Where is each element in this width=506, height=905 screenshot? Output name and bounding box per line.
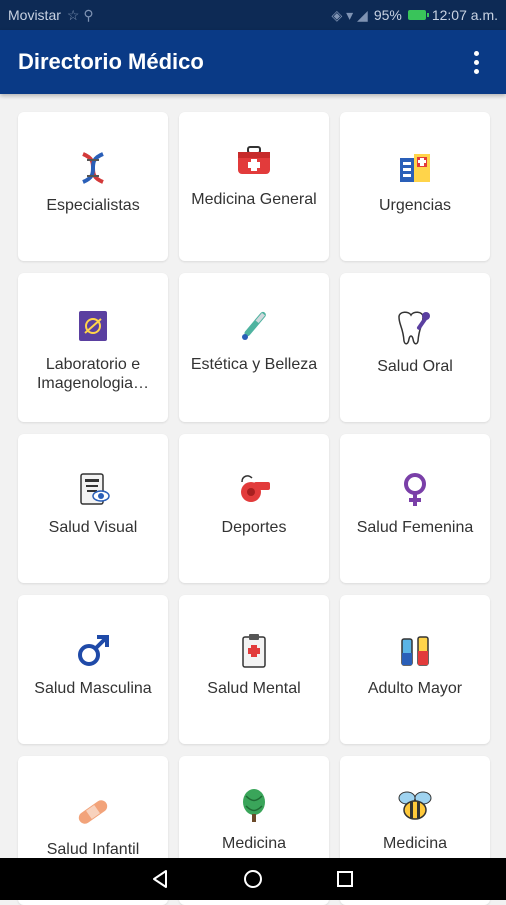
test-tubes-icon: [393, 631, 437, 671]
category-label: Medicina: [382, 835, 448, 852]
category-label: Deportes: [221, 519, 287, 536]
lab-imaging-icon: [71, 307, 115, 347]
overflow-menu-icon[interactable]: [464, 47, 488, 77]
recents-icon[interactable]: [334, 868, 356, 890]
category-label: Salud Infantil: [46, 841, 140, 858]
category-label: Medicina: [221, 835, 287, 852]
female-symbol-icon: [393, 470, 437, 510]
app-bar: Directorio Médico: [0, 30, 506, 94]
category-card-salud-oral[interactable]: Salud Oral: [340, 273, 490, 422]
bandage-icon: [71, 792, 115, 832]
category-card-medicina-general[interactable]: Medicina General: [179, 112, 329, 261]
category-card-salud-mental[interactable]: Salud Mental: [179, 595, 329, 744]
scalpel-icon: [232, 307, 276, 347]
tooth-icon: [393, 309, 437, 349]
herbal-icon: [232, 786, 276, 826]
category-label: Estética y Belleza: [190, 356, 318, 373]
category-label: Salud Mental: [207, 680, 301, 697]
back-icon[interactable]: [150, 868, 172, 890]
home-icon[interactable]: [242, 868, 264, 890]
notification-icons: ☆ ⚲: [66, 6, 94, 23]
clock: 12:07 a.m.: [431, 7, 498, 23]
category-card-deportes[interactable]: Deportes: [179, 434, 329, 583]
signal-icon: ◈ ▾ ◢: [331, 6, 368, 23]
category-card-salud-visual[interactable]: Salud Visual: [18, 434, 168, 583]
category-card-laboratorio[interactable]: Laboratorio e Imagenologia…: [18, 273, 168, 422]
whistle-icon: [232, 470, 276, 510]
male-symbol-icon: [71, 631, 115, 671]
dna-icon: [71, 148, 115, 188]
category-label: Urgencias: [378, 197, 452, 214]
category-label: Salud Oral: [377, 358, 453, 375]
first-aid-kit-icon: [232, 142, 276, 182]
category-card-salud-femenina[interactable]: Salud Femenina: [340, 434, 490, 583]
carrier-name: Movistar: [8, 7, 61, 23]
category-label: Laboratorio e Imagenologia…: [36, 356, 150, 392]
hospital-icon: [393, 148, 437, 188]
category-label: Especialistas: [46, 197, 140, 214]
category-label: Salud Masculina: [34, 680, 152, 697]
status-bar: Movistar ☆ ⚲ ◈ ▾ ◢ 95% 12:07 a.m.: [0, 0, 506, 30]
category-label: Salud Visual: [48, 519, 138, 536]
battery-icon: [407, 10, 429, 20]
category-label: Medicina General: [191, 191, 317, 208]
category-card-adulto-mayor[interactable]: Adulto Mayor: [340, 595, 490, 744]
category-grid: Especialistas Medicina General Urgencias…: [18, 112, 490, 905]
battery-percent: 95%: [373, 7, 402, 23]
category-card-estetica[interactable]: Estética y Belleza: [179, 273, 329, 422]
bee-icon: [393, 786, 437, 826]
eye-chart-icon: [71, 470, 115, 510]
clipboard-icon: [232, 631, 276, 671]
category-card-especialistas[interactable]: Especialistas: [18, 112, 168, 261]
category-label: Salud Femenina: [356, 519, 474, 536]
category-label: Adulto Mayor: [367, 680, 463, 697]
category-card-urgencias[interactable]: Urgencias: [340, 112, 490, 261]
category-card-salud-masculina[interactable]: Salud Masculina: [18, 595, 168, 744]
system-navigation-bar: [0, 858, 506, 900]
app-title: Directorio Médico: [18, 49, 204, 74]
